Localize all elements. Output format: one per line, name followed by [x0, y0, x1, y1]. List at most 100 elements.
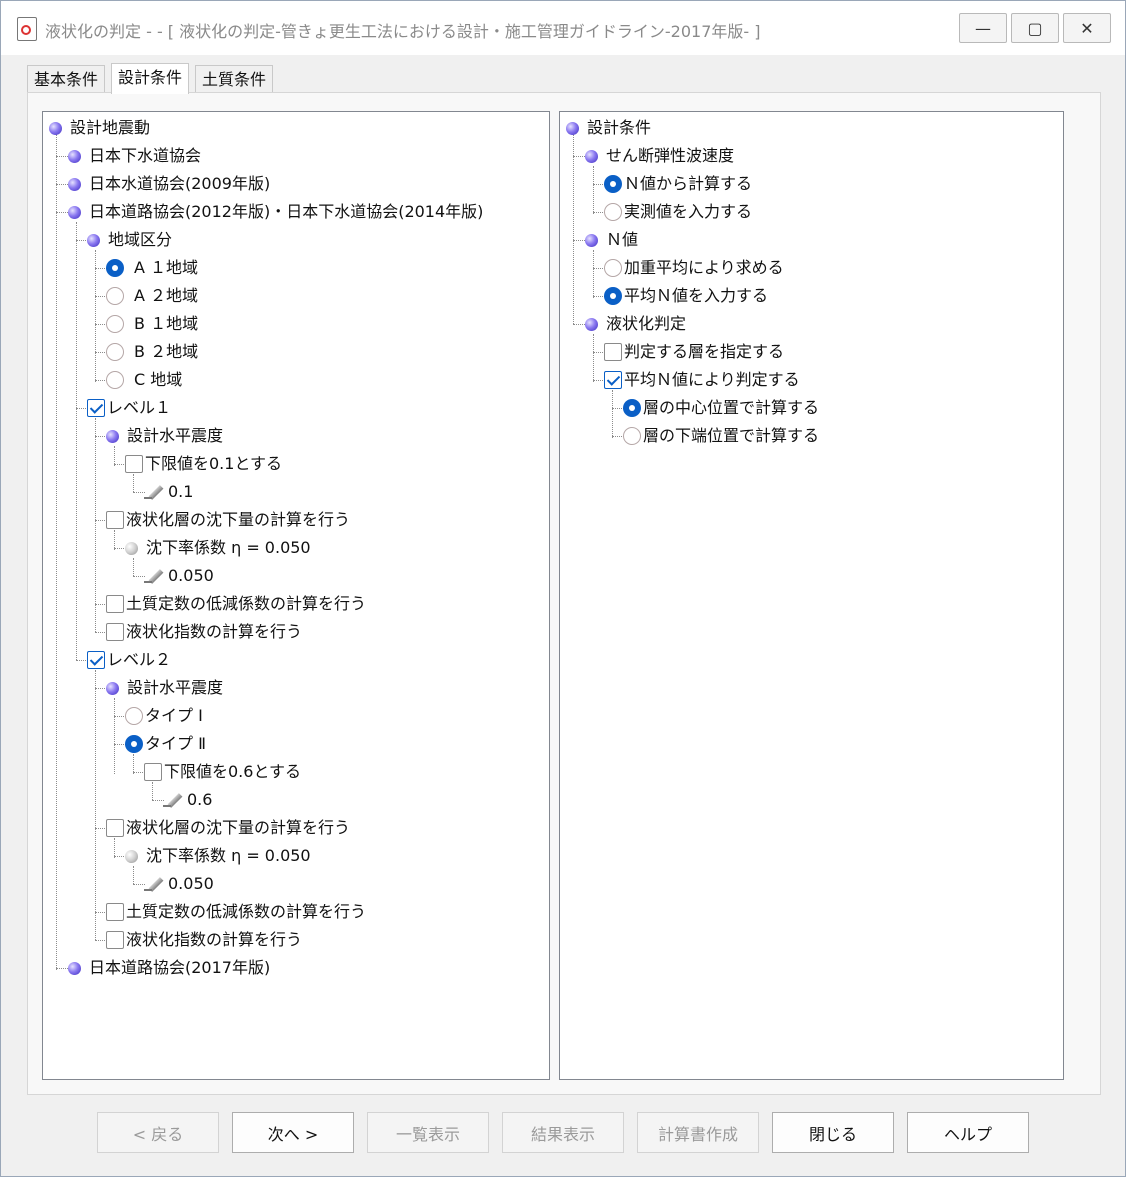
radio-n-weighted[interactable]: 加重平均により求める [604, 256, 784, 280]
checkbox-empty-icon [106, 595, 124, 613]
window-title: 液状化の判定 - - [ 液状化の判定-管きょ更生工法における設計・施工管理ガイ… [45, 22, 761, 41]
checkbox-level1-reduction[interactable]: 土質定数の低減係数の計算を行う [106, 592, 366, 616]
tree-item-jra2012[interactable]: 日本道路協会(2012年版)・日本下水道協会(2014年版) [68, 200, 483, 224]
tree-item-level2-khc[interactable]: 設計水平震度 [106, 676, 223, 700]
radio-level2-type1[interactable]: タイプ Ⅰ [125, 704, 203, 728]
checkbox-level2-settlement[interactable]: 液状化層の沈下量の計算を行う [106, 816, 350, 840]
bullet-icon [49, 121, 62, 135]
checkbox-empty-icon [106, 931, 124, 949]
checkbox-judge-layer[interactable]: 判定する層を指定する [604, 340, 784, 364]
radio-empty-icon [106, 287, 124, 305]
radio-empty-icon [125, 707, 143, 725]
tree-item-level2-ratio[interactable]: 沈下率係数 η = 0.050 [125, 844, 311, 868]
tab-soil[interactable]: 土質条件 [195, 65, 274, 93]
tree-item-judge-group[interactable]: 液状化判定 [585, 312, 686, 336]
checkbox-level1-settlement[interactable]: 液状化層の沈下量の計算を行う [106, 508, 350, 532]
back-button[interactable]: < 戻る [97, 1112, 219, 1153]
radio-selected-icon [125, 735, 143, 753]
checkbox-level1[interactable]: レベル１ [87, 396, 171, 420]
checkbox-level2-lower-limit[interactable]: 下限値を0.6とする [144, 760, 301, 784]
maximize-button[interactable]: ▢ [1011, 13, 1059, 43]
radio-empty-icon [623, 427, 641, 445]
tree-item-vs-group[interactable]: せん断弾性波速度 [585, 144, 734, 168]
checkbox-level2-reduction[interactable]: 土質定数の低減係数の計算を行う [106, 900, 366, 924]
checkbox-empty-icon [125, 455, 143, 473]
radio-selected-icon [604, 175, 622, 193]
seismic-tree[interactable]: 設計地震動 日本下水道協会 日本水道協会(2009年版) 日本道路協会(2012… [42, 111, 550, 1080]
close-icon: ✕ [1080, 18, 1094, 38]
radio-vs-from-n[interactable]: Ｎ値から計算する [604, 172, 752, 196]
pencil-icon [144, 567, 166, 585]
help-button[interactable]: ヘルプ [907, 1112, 1029, 1153]
edit-level1-ratio[interactable]: 0.050 [144, 564, 214, 588]
maximize-icon: ▢ [1027, 18, 1043, 38]
bullet-icon [106, 681, 119, 695]
close-button[interactable]: ✕ [1063, 13, 1111, 43]
checkbox-level1-lower-limit[interactable]: 下限値を0.1とする [125, 452, 282, 476]
bullet-icon [585, 317, 598, 331]
create-report-button[interactable]: 計算書作成 [637, 1112, 759, 1153]
pencil-icon [163, 791, 185, 809]
checkbox-checked-icon [87, 399, 105, 417]
tree-item-level1-khc[interactable]: 設計水平震度 [106, 424, 223, 448]
title-bar: 液状化の判定 - - [ 液状化の判定-管きょ更生工法における設計・施工管理ガイ… [1, 1, 1125, 55]
bullet-icon [68, 961, 81, 975]
bullet-icon [585, 149, 598, 163]
radio-pos-bottom[interactable]: 層の下端位置で計算する [623, 424, 819, 448]
checkbox-empty-icon [144, 763, 162, 781]
checkbox-empty-icon [106, 511, 124, 529]
radio-region-a1[interactable]: A １地域 [106, 256, 198, 280]
radio-region-b2[interactable]: B ２地域 [106, 340, 198, 364]
checkbox-empty-icon [604, 343, 622, 361]
radio-empty-icon [106, 343, 124, 361]
tree-root-design[interactable]: 設計条件 [566, 116, 651, 140]
tree-item-jwwa2009[interactable]: 日本水道協会(2009年版) [68, 172, 270, 196]
tab-basic[interactable]: 基本条件 [27, 65, 106, 93]
radio-region-c[interactable]: C 地域 [106, 368, 182, 392]
radio-vs-measured[interactable]: 実測値を入力する [604, 200, 752, 224]
radio-region-a2[interactable]: A ２地域 [106, 284, 198, 308]
minimize-button[interactable]: — [959, 13, 1007, 43]
radio-selected-icon [604, 287, 622, 305]
app-icon [17, 17, 37, 41]
radio-region-b1[interactable]: B １地域 [106, 312, 198, 336]
edit-level2-lower-limit[interactable]: 0.6 [163, 788, 212, 812]
minimize-icon: — [975, 18, 991, 38]
checkbox-level2-index[interactable]: 液状化指数の計算を行う [106, 928, 302, 952]
tree-root-seismic[interactable]: 設計地震動 [49, 116, 150, 140]
checkbox-checked-icon [604, 371, 622, 389]
next-button[interactable]: 次へ > [232, 1112, 354, 1153]
close-dialog-button[interactable]: 閉じる [772, 1112, 894, 1153]
tree-item-n-group[interactable]: Ｎ値 [585, 228, 638, 252]
edit-level2-ratio[interactable]: 0.050 [144, 872, 214, 896]
gray-bullet-icon [125, 849, 138, 863]
checkbox-level2[interactable]: レベル２ [87, 648, 171, 672]
radio-n-input[interactable]: 平均Ｎ値を入力する [604, 284, 768, 308]
checkbox-empty-icon [106, 903, 124, 921]
design-condition-tree[interactable]: 設計条件 せん断弾性波速度 Ｎ値から計算する 実測値を入力する Ｎ値 加重平均に… [559, 111, 1064, 1080]
radio-empty-icon [106, 371, 124, 389]
bullet-icon [68, 149, 81, 163]
pencil-icon [144, 875, 166, 893]
checkbox-checked-icon [87, 651, 105, 669]
edit-level1-lower-limit[interactable]: 0.1 [144, 480, 193, 504]
radio-selected-icon [106, 259, 124, 277]
gray-bullet-icon [125, 541, 138, 555]
checkbox-judge-avg[interactable]: 平均Ｎ値により判定する [604, 368, 800, 392]
bullet-icon [585, 233, 598, 247]
checkbox-level1-index[interactable]: 液状化指数の計算を行う [106, 620, 302, 644]
checkbox-empty-icon [106, 819, 124, 837]
tree-item-jra2017[interactable]: 日本道路協会(2017年版) [68, 956, 270, 980]
bullet-icon [68, 205, 81, 219]
radio-level2-type2[interactable]: タイプ Ⅱ [125, 732, 206, 756]
tree-item-jswa[interactable]: 日本下水道協会 [68, 144, 201, 168]
radio-pos-center[interactable]: 層の中心位置で計算する [623, 396, 819, 420]
bullet-icon [68, 177, 81, 191]
result-view-button[interactable]: 結果表示 [502, 1112, 624, 1153]
tree-item-region-group[interactable]: 地域区分 [87, 228, 172, 252]
main-window: 液状化の判定 - - [ 液状化の判定-管きょ更生工法における設計・施工管理ガイ… [0, 0, 1126, 1177]
list-view-button[interactable]: 一覧表示 [367, 1112, 489, 1153]
radio-empty-icon [604, 259, 622, 277]
tab-design[interactable]: 設計条件 [111, 63, 190, 94]
tree-item-level1-ratio[interactable]: 沈下率係数 η = 0.050 [125, 536, 311, 560]
